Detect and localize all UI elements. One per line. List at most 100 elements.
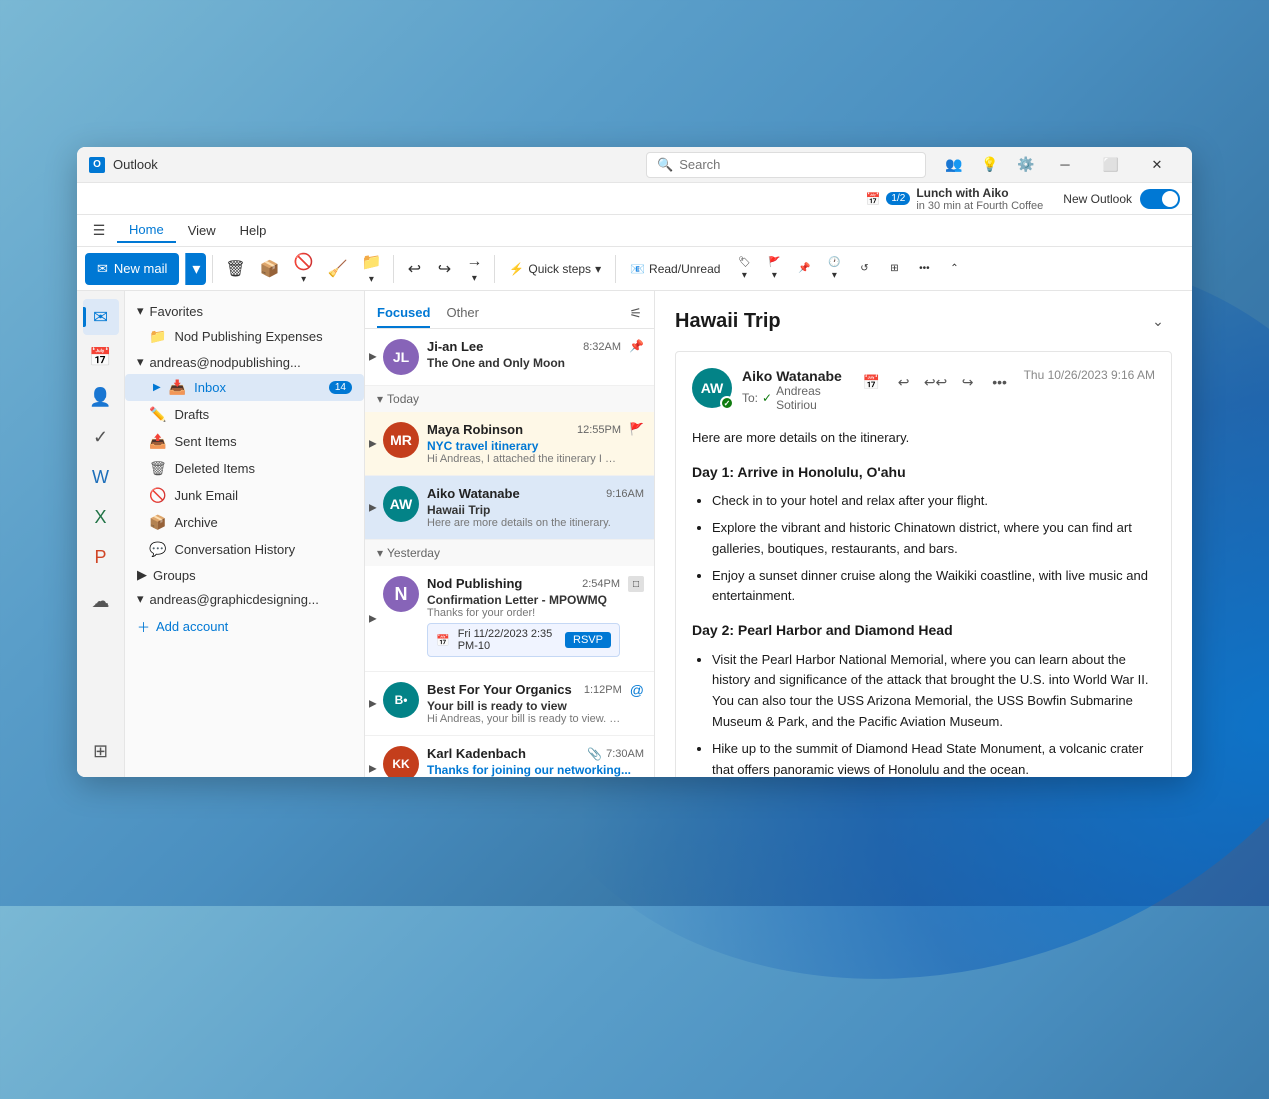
new-mail-button[interactable]: ✉ New mail: [85, 253, 179, 285]
menu-item-help[interactable]: Help: [228, 219, 279, 242]
filter-icon[interactable]: ⚟: [629, 305, 642, 322]
attachment-icon-karl: 📎: [587, 747, 602, 761]
nav-onedrive-icon[interactable]: ☁: [83, 583, 119, 619]
deleted-icon: 🗑: [149, 460, 167, 477]
read-unread-button[interactable]: 📧 Read/Unread: [622, 253, 728, 285]
email-item-jian-lee[interactable]: ▶ JL Ji-an Lee 8:32AM The One and Only M…: [365, 329, 654, 386]
minimize-button[interactable]: ─: [1042, 149, 1088, 181]
grid-button[interactable]: ⊞: [880, 250, 908, 288]
hamburger-button[interactable]: ☰: [85, 217, 113, 245]
nav-word-icon[interactable]: W: [83, 459, 119, 495]
title-bar: O Outlook 🔍 👥 💡 ⚙️ ─ ⬜ ✕: [77, 147, 1192, 183]
thread-count-nod[interactable]: □: [628, 576, 644, 592]
thread-expand-nod[interactable]: ▶: [369, 613, 377, 624]
tag-dropdown-button[interactable]: 🏷▾: [730, 250, 758, 288]
close-button[interactable]: ✕: [1134, 149, 1180, 181]
new-outlook-switch[interactable]: [1140, 189, 1180, 209]
new-mail-dropdown-button[interactable]: ▾: [185, 253, 206, 285]
time-dropdown-button[interactable]: 🕐▾: [820, 250, 848, 288]
thread-expand-maya[interactable]: ▶: [369, 438, 377, 449]
thread-expand-aiko[interactable]: ▶: [369, 502, 377, 513]
event-time: in 30 min at Fourth Coffee: [916, 200, 1043, 212]
search-bar[interactable]: 🔍: [646, 152, 926, 178]
sidebar-item-deleted[interactable]: 🗑 Deleted Items: [125, 455, 364, 482]
nav-mail-icon[interactable]: ✉: [83, 299, 119, 335]
section-today: ▾ Today: [365, 386, 654, 412]
forward-button[interactable]: →▾: [460, 250, 488, 288]
account1-section-header[interactable]: ▾ andreas@nodpublishing...: [125, 350, 364, 374]
archive-button[interactable]: 📦: [254, 250, 286, 288]
tab-focused[interactable]: Focused: [377, 299, 430, 328]
thread-expand-jian[interactable]: ▶: [369, 352, 377, 363]
account2-section-header[interactable]: ▾ andreas@graphicdesigning...: [125, 587, 364, 611]
more-actions-button[interactable]: •••: [986, 368, 1014, 396]
nav-calendar-icon[interactable]: 📅: [83, 339, 119, 375]
undo2-button[interactable]: ↺: [850, 250, 878, 288]
section-yesterday: ▾ Yesterday: [365, 540, 654, 566]
ribbon-collapse-button[interactable]: ⌃: [940, 250, 968, 288]
email-item-nod[interactable]: ▶ N Nod Publishing 2:54PM Confirmation L…: [365, 566, 654, 672]
new-outlook-toggle: New Outlook: [1063, 189, 1180, 209]
reading-email-header: AW ✓ Aiko Watanabe To: ✓ Andreas Sotirio…: [692, 368, 1155, 412]
people-icon[interactable]: 👥: [938, 151, 970, 179]
nav-tasks-icon[interactable]: ✓: [83, 419, 119, 455]
groups-section-header[interactable]: ▶ Groups: [125, 563, 364, 587]
delete-button[interactable]: 🗑: [219, 250, 251, 288]
sidebar-item-junk[interactable]: 🚫 Junk Email: [125, 482, 364, 509]
avatar-maya: MR: [383, 422, 419, 458]
sidebar-item-sent[interactable]: 📤 Sent Items: [125, 428, 364, 455]
sidebar-item-inbox[interactable]: ▶ 📥 Inbox 14: [125, 374, 364, 401]
redo-button[interactable]: ↪: [430, 250, 458, 288]
preview-maya: Hi Andreas, I attached the itinerary I s…: [427, 453, 621, 465]
nav-powerpoint-icon[interactable]: P: [83, 539, 119, 575]
email-item-organics[interactable]: ▶ B• Best For Your Organics 1:12PM Your …: [365, 672, 654, 736]
calendar-action-button[interactable]: 📅: [858, 368, 886, 396]
forward-action-button[interactable]: ↪: [954, 368, 982, 396]
maximize-button[interactable]: ⬜: [1088, 149, 1134, 181]
favorites-section-header[interactable]: ▾ Favorites: [125, 299, 364, 323]
reply-button[interactable]: ↩: [890, 368, 918, 396]
flag-dropdown-button[interactable]: 🚩▾: [760, 250, 788, 288]
main-area: ✉ 📅 👤 ✓ W X P ☁ ⊞ ▾ Favorites 📁 Nod Publ…: [77, 291, 1192, 777]
sidebar-item-drafts[interactable]: ✏️ Drafts: [125, 401, 364, 428]
email-content-nod: Nod Publishing 2:54PM Confirmation Lette…: [427, 576, 620, 661]
forward-icon: →: [466, 253, 482, 271]
nav-excel-icon[interactable]: X: [83, 499, 119, 535]
sweep-button[interactable]: 🧹: [322, 250, 354, 288]
email-item-karl[interactable]: ▶ KK Karl Kadenbach 📎 7:30AM Thanks for …: [365, 736, 654, 777]
more-button[interactable]: •••: [910, 250, 938, 288]
undo-button[interactable]: ↩: [400, 250, 428, 288]
thread-expand-karl[interactable]: ▶: [369, 764, 377, 775]
email-item-maya[interactable]: ▶ MR Maya Robinson 12:55PM NYC travel it…: [365, 412, 654, 476]
nav-apps-icon[interactable]: ⊞: [83, 733, 119, 769]
spam-button[interactable]: 🚫▾: [288, 250, 320, 288]
avatar-nod: N: [383, 576, 419, 612]
sidebar-item-conv-history[interactable]: 💬 Conversation History: [125, 536, 364, 563]
chevron-down-icon: ▾: [137, 303, 144, 319]
email-header-karl: Karl Kadenbach 📎 7:30AM: [427, 746, 644, 761]
sidebar-item-archive[interactable]: 📦 Archive: [125, 509, 364, 536]
avatar-aiko: AW: [383, 486, 419, 522]
calendar-notif[interactable]: 📅 1/2 Lunch with Aiko in 30 min at Fourt…: [865, 186, 1043, 212]
tab-other[interactable]: Other: [446, 299, 479, 328]
menu-item-home[interactable]: Home: [117, 218, 176, 243]
menu-item-view[interactable]: View: [176, 219, 228, 242]
time-jian: 8:32AM: [583, 341, 621, 353]
rules-button[interactable]: 📌: [790, 250, 818, 288]
event-count-badge: 1/2: [886, 192, 910, 205]
at-icon-organics: @: [630, 682, 644, 725]
search-input[interactable]: [679, 157, 915, 172]
settings-icon[interactable]: ⚙️: [1010, 151, 1042, 179]
day1-item-1: Check in to your hotel and relax after y…: [712, 491, 1155, 512]
add-account-button[interactable]: ＋ Add account: [125, 611, 364, 642]
thread-expand-organics[interactable]: ▶: [369, 698, 377, 709]
nav-people-icon[interactable]: 👤: [83, 379, 119, 415]
expand-thread-button[interactable]: ⌄: [1144, 307, 1172, 335]
move-button[interactable]: 📁▾: [355, 250, 387, 288]
sidebar-item-nod-publishing[interactable]: 📁 Nod Publishing Expenses: [125, 323, 364, 350]
rsvp-button[interactable]: RSVP: [565, 632, 611, 648]
lightbulb-icon[interactable]: 💡: [974, 151, 1006, 179]
reply-all-button[interactable]: ↩↩: [922, 368, 950, 396]
quick-steps-button[interactable]: ⚡ Quick steps▾: [501, 253, 609, 285]
email-item-aiko[interactable]: ▶ AW Aiko Watanabe 9:16AM Hawaii Trip He…: [365, 476, 654, 540]
